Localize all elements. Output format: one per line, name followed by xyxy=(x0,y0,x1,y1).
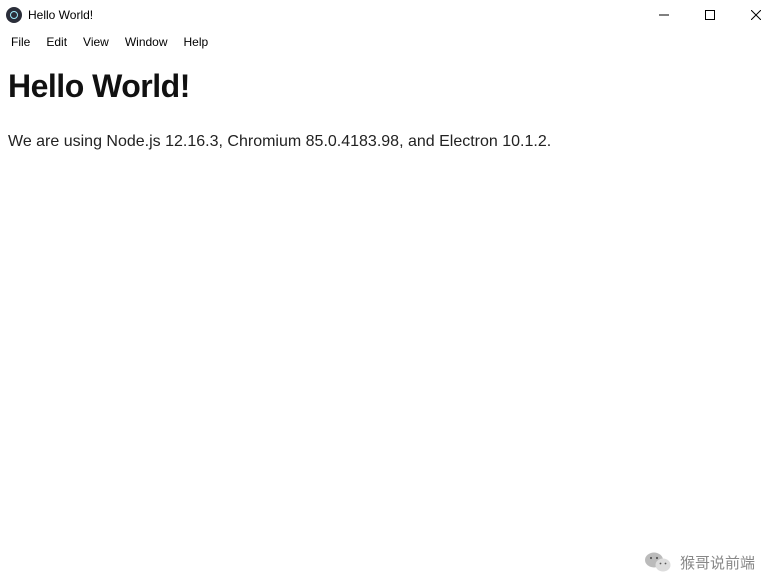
menubar: File Edit View Window Help xyxy=(0,30,779,54)
watermark-text: 猴哥说前端 xyxy=(680,552,755,573)
minimize-icon xyxy=(659,10,669,20)
text-mid1: , Chromium xyxy=(219,133,306,150)
chromium-version: 85.0.4183.98 xyxy=(306,133,399,150)
text-mid2: , and Electron xyxy=(399,133,502,150)
close-button[interactable] xyxy=(733,0,779,30)
maximize-icon xyxy=(705,10,715,20)
electron-version: 10.1.2 xyxy=(502,133,546,150)
menu-help[interactable]: Help xyxy=(177,33,216,51)
titlebar: Hello World! xyxy=(0,0,779,30)
maximize-button[interactable] xyxy=(687,0,733,30)
electron-app-icon xyxy=(6,7,22,23)
text-suffix: . xyxy=(547,133,551,150)
version-text: We are using Node.js 12.16.3, Chromium 8… xyxy=(8,131,771,153)
menu-edit[interactable]: Edit xyxy=(39,33,74,51)
page-heading: Hello World! xyxy=(8,68,771,105)
content-area: Hello World! We are using Node.js 12.16.… xyxy=(0,54,779,167)
menu-view[interactable]: View xyxy=(76,33,116,51)
menu-window[interactable]: Window xyxy=(118,33,175,51)
window-controls xyxy=(641,0,779,30)
wechat-logo-icon xyxy=(644,550,672,574)
watermark: 猴哥说前端 xyxy=(644,550,755,574)
window-title: Hello World! xyxy=(28,8,93,22)
close-icon xyxy=(751,10,761,20)
menu-file[interactable]: File xyxy=(4,33,37,51)
text-prefix: We are using Node.js xyxy=(8,133,165,150)
node-version: 12.16.3 xyxy=(165,133,218,150)
minimize-button[interactable] xyxy=(641,0,687,30)
titlebar-left: Hello World! xyxy=(6,7,93,23)
